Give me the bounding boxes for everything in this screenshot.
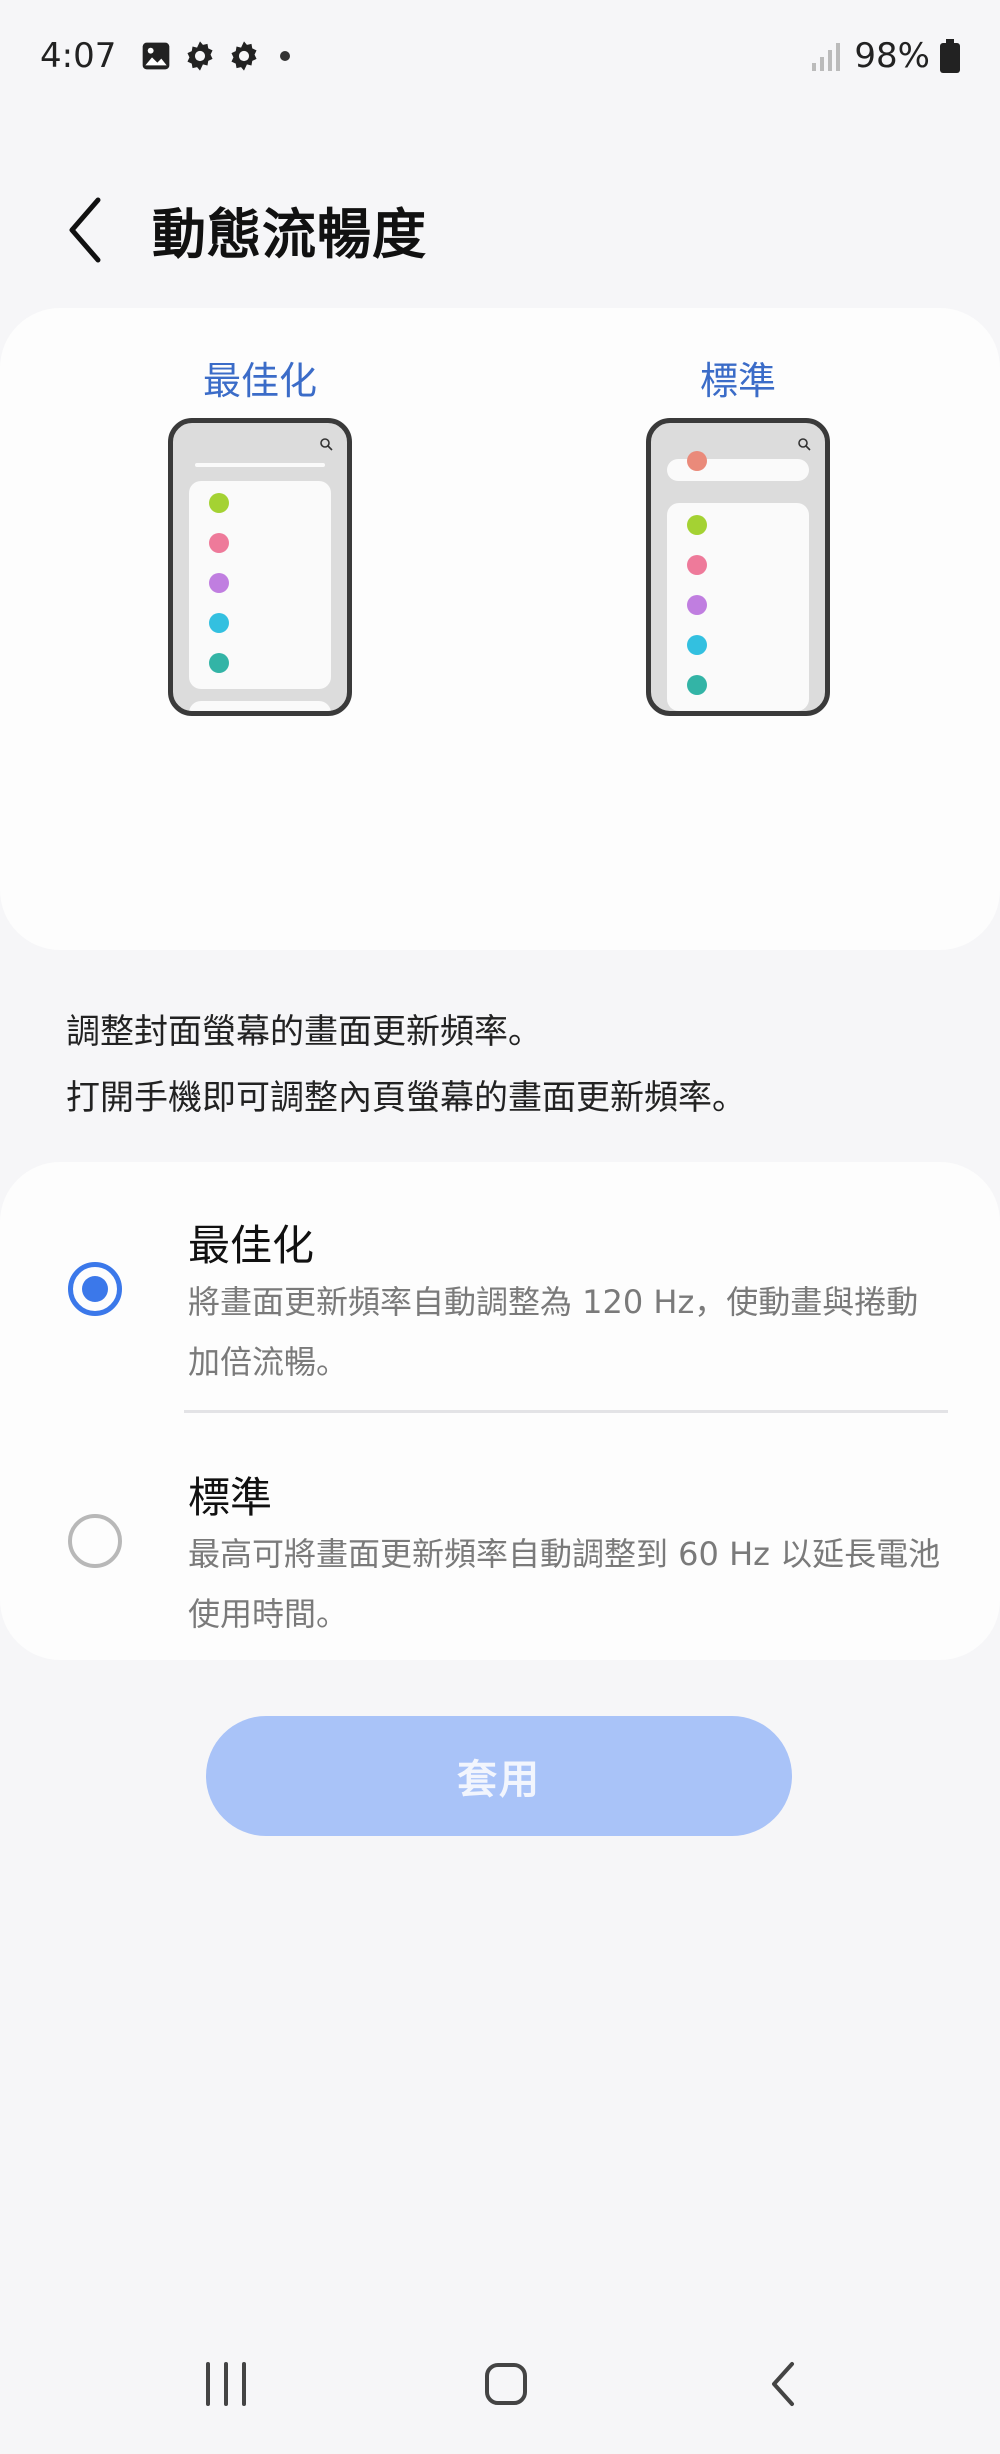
navigation-bar: [0, 2324, 1000, 2454]
option-subtitle: 最高可將畫面更新頻率自動調整到 60 Hz 以延長電池使用時間。: [188, 1535, 941, 1633]
preview-label-standard: 標準: [699, 359, 776, 403]
list-panel: [667, 451, 809, 481]
preview-label-optimized: 最佳化: [202, 359, 317, 403]
color-dot: [687, 675, 707, 695]
color-dot: [209, 613, 229, 633]
battery-percent: 98%: [854, 36, 930, 76]
radio-standard[interactable]: [68, 1514, 122, 1568]
recent-apps-icon[interactable]: [186, 2354, 266, 2414]
option-divider: [184, 1410, 948, 1413]
status-right: 98%: [810, 36, 960, 76]
battery-icon: [940, 39, 960, 73]
option-title: 標準: [188, 1473, 273, 1522]
search-icon: [798, 438, 811, 451]
page-title: 動態流暢度: [152, 203, 427, 266]
option-subtitle: 將畫面更新頻率自動調整為 120 Hz，使動畫與捲動加倍流暢。: [188, 1283, 919, 1381]
search-icon: [320, 438, 333, 451]
color-dot: [687, 555, 707, 575]
home-icon[interactable]: [466, 2354, 546, 2414]
chevron-left-icon[interactable]: [58, 194, 118, 266]
apply-button[interactable]: 套用: [206, 1716, 792, 1836]
radio-optimized[interactable]: [68, 1262, 122, 1316]
color-dot: [209, 533, 229, 553]
color-dot: [687, 595, 707, 615]
gear-icon: [187, 41, 213, 71]
screen: 4:07 98% 動態流暢度 最佳化 標準 調整封面螢幕的畫面更新頻率。 打開手…: [0, 0, 1000, 2454]
color-dot: [687, 515, 707, 535]
color-dot: [209, 711, 229, 716]
description-line-1: 調整封面螢幕的畫面更新頻率。: [66, 1012, 542, 1052]
list-panel: [189, 481, 331, 689]
list-panel: [189, 701, 331, 716]
option-title: 最佳化: [188, 1221, 315, 1270]
preview-card: 最佳化 標準: [0, 308, 1000, 950]
option-optimized[interactable]: 最佳化 將畫面更新頻率自動調整為 120 Hz，使動畫與捲動加倍流暢。: [0, 1162, 1000, 1402]
description-line-2: 打開手機即可調整內頁螢幕的畫面更新頻率。: [66, 1078, 746, 1118]
gear-icon: [231, 41, 257, 71]
header: 動態流暢度: [0, 180, 1000, 280]
status-bar: 4:07 98%: [40, 28, 960, 84]
options-card: 最佳化 將畫面更新頻率自動調整為 120 Hz，使動畫與捲動加倍流暢。 標準 最…: [0, 1162, 1000, 1660]
status-time: 4:07: [40, 36, 117, 76]
color-dot: [209, 653, 229, 673]
color-dot: [209, 573, 229, 593]
color-dot: [209, 493, 229, 513]
image-icon: [143, 42, 170, 70]
list-panel: [667, 503, 809, 711]
color-dot: [687, 635, 707, 655]
status-left: 4:07: [40, 36, 291, 76]
list-header-bar: [195, 463, 325, 467]
phone-illustration-standard: [646, 418, 830, 716]
back-icon[interactable]: [746, 2354, 826, 2414]
phone-illustration-optimized: [168, 418, 352, 716]
option-standard[interactable]: 標準 最高可將畫面更新頻率自動調整到 60 Hz 以延長電池使用時間。: [0, 1414, 1000, 1660]
signal-icon: [812, 43, 841, 71]
dot-icon: [280, 51, 291, 61]
color-dot: [687, 451, 707, 471]
